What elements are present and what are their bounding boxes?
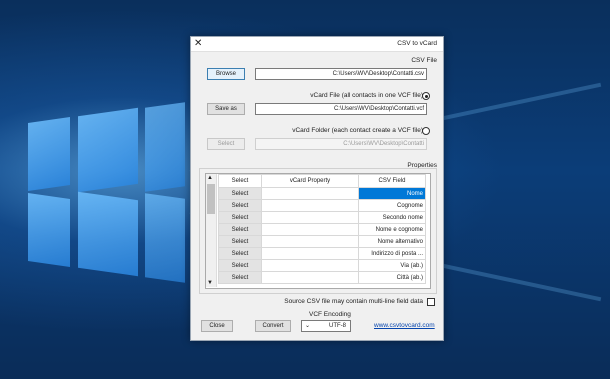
select-cell-button[interactable]: Select [218,235,262,248]
window-title: CSV to vCard [397,40,437,47]
table-row[interactable]: Select Nome [218,187,426,200]
select-cell-button[interactable]: Select [218,199,262,212]
csv-field-cell[interactable]: Cognome [358,199,426,212]
vcard-folder-radio[interactable] [422,127,430,135]
vcard-file-label: vCard File (all contacts in one VCF file… [310,92,423,99]
table-row[interactable]: Select Nome alternativo [218,235,426,248]
grid-scrollbar[interactable]: ▲ ▼ [206,174,217,287]
properties-grid: ▲ ▼ Select vCard Property CSV Field Sele… [205,173,431,289]
encoding-select[interactable]: ⌄ UTF-8 [301,320,351,332]
table-row[interactable]: Select Indirizzo di posta ... [218,247,426,260]
header-select: Select [218,174,262,188]
csv-field-cell[interactable]: Indirizzo di posta ... [358,247,426,260]
vcard-property-cell[interactable] [261,211,359,224]
table-row[interactable]: Select Secondo nome [218,211,426,224]
vcard-property-cell[interactable] [261,223,359,236]
multiline-checkbox[interactable] [427,298,435,306]
table-row[interactable]: Select Città (ab.) [218,271,426,284]
multiline-label: Source CSV file may contain multi-line f… [284,298,423,305]
table-row[interactable]: Select Nome e cognome [218,223,426,236]
website-link[interactable]: www.csvtovcard.com [374,322,435,329]
encoding-label: VCF Encoding [309,311,351,318]
vcard-property-cell[interactable] [261,199,359,212]
csv-field-cell[interactable]: Nome alternativo [358,235,426,248]
select-cell-button[interactable]: Select [218,271,262,284]
table-row[interactable]: Select Cognome [218,199,426,212]
properties-table: Select vCard Property CSV Field Select N… [218,174,426,284]
csv-field-cell[interactable]: Via (ab.) [358,259,426,272]
csv-to-vcard-window: ✕ CSV to vCard CSV File Browse C:\Users\… [190,36,444,341]
folder-path-input[interactable]: C:\Users\WV\Desktop\Contatti [255,138,427,150]
select-folder-button[interactable]: Select [207,138,245,150]
csv-field-cell[interactable]: Nome e cognome [358,223,426,236]
scroll-down-icon[interactable]: ▼ [207,280,213,286]
convert-button[interactable]: Convert [255,320,291,332]
vcard-file-radio[interactable] [422,92,430,100]
csv-field-cell[interactable]: Secondo nome [358,211,426,224]
chevron-down-icon: ⌄ [305,323,311,329]
title-bar: ✕ CSV to vCard [191,37,443,52]
csv-file-label: CSV File [411,57,437,64]
select-cell-button[interactable]: Select [218,259,262,272]
select-cell-button[interactable]: Select [218,247,262,260]
select-cell-button[interactable]: Select [218,211,262,224]
vcard-property-cell[interactable] [261,235,359,248]
select-cell-button[interactable]: Select [218,223,262,236]
table-row[interactable]: Select Via (ab.) [218,259,426,272]
select-cell-button[interactable]: Select [218,187,262,200]
vcard-property-cell[interactable] [261,271,359,284]
scrollbar-thumb[interactable] [207,184,215,214]
vcard-property-cell[interactable] [261,247,359,260]
close-button[interactable]: Close [201,320,233,332]
table-header-row: Select vCard Property CSV Field [218,174,426,188]
vcf-path-input[interactable]: C:\Users\WV\Desktop\Contatti.vcf [255,103,427,115]
close-window-icon[interactable]: ✕ [194,38,202,50]
header-csv-field: CSV Field [358,174,426,188]
save-as-button[interactable]: Save as [207,103,245,115]
vcard-property-cell[interactable] [261,187,359,200]
header-vcard-property: vCard Property [261,174,359,188]
vcard-property-cell[interactable] [261,259,359,272]
csv-field-cell[interactable]: Città (ab.) [358,271,426,284]
encoding-value: UTF-8 [329,323,346,329]
csv-field-cell[interactable]: Nome [358,187,426,200]
scroll-up-icon[interactable]: ▲ [207,175,213,181]
vcard-folder-label: vCard Folder (each contact create a VCF … [292,127,423,134]
browse-button[interactable]: Browse [207,68,245,80]
csv-path-input[interactable]: C:\Users\WV\Desktop\Contatti.csv [255,68,427,80]
